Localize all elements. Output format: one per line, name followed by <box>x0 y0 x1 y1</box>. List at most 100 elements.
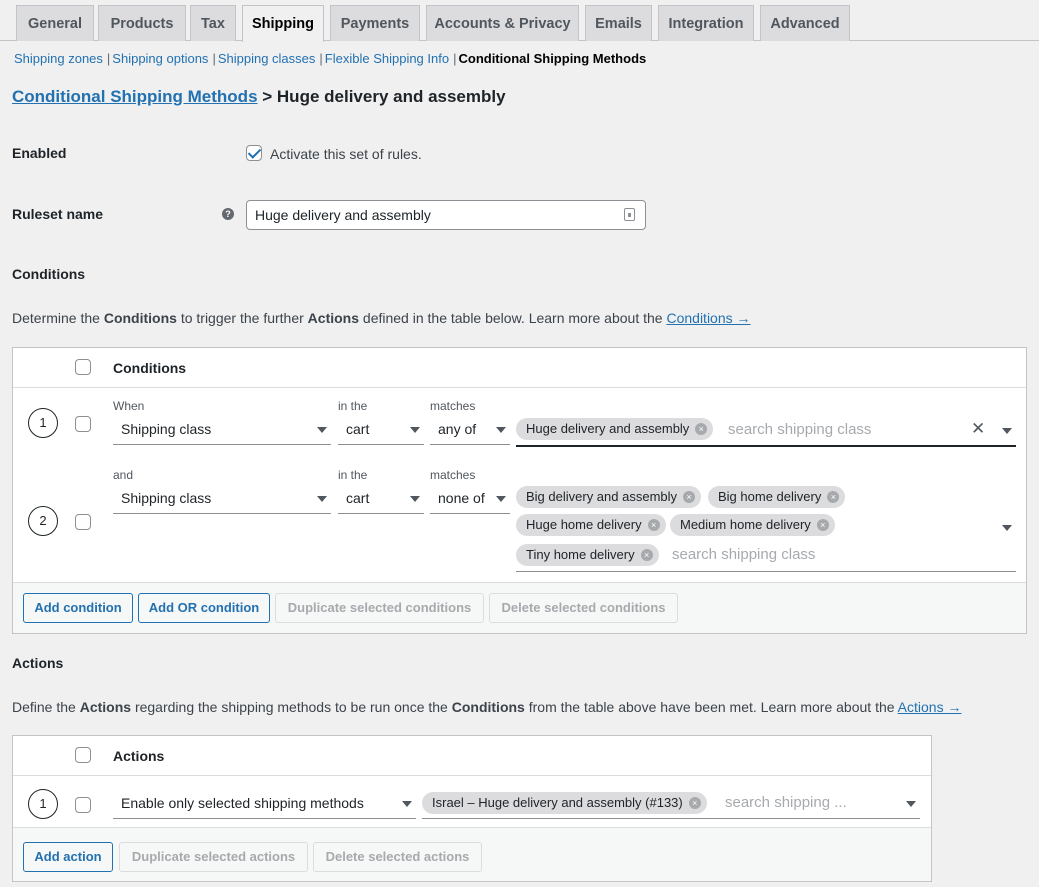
enabled-label: Enabled <box>12 145 67 161</box>
conditions-desc-text: Determine the <box>12 310 104 326</box>
subnav-shipping-classes[interactable]: Shipping classes <box>218 51 316 66</box>
condition-in-select[interactable]: cart <box>338 484 424 514</box>
condition-prefix-label: and <box>113 468 134 482</box>
delete-conditions-button[interactable]: Delete selected conditions <box>489 593 678 623</box>
condition-row-number: 1 <box>28 408 58 438</box>
condition-in-label: in the <box>338 468 368 482</box>
search-placeholder[interactable]: search shipping ... <box>725 794 847 811</box>
condition-in-value: cart <box>346 490 370 506</box>
condition-in-label: in the <box>338 399 368 413</box>
condition-prefix-label: When <box>113 399 145 413</box>
add-action-button[interactable]: Add action <box>23 842 113 872</box>
condition-field-select[interactable]: Shipping class <box>113 415 331 445</box>
search-placeholder[interactable]: search shipping class <box>672 546 815 563</box>
subnav-conditional-shipping-methods[interactable]: Conditional Shipping Methods <box>458 51 646 66</box>
clear-icon[interactable]: ✕ <box>971 419 985 439</box>
ruleset-name-input[interactable]: Huge delivery and assembly <box>246 200 646 230</box>
select-all-conditions-checkbox[interactable] <box>75 359 91 375</box>
conditions-desc-text: to trigger the further <box>176 310 308 326</box>
delete-actions-button[interactable]: Delete selected actions <box>313 842 482 872</box>
chevron-down-icon <box>317 427 327 433</box>
condition-in-value: cart <box>346 421 370 437</box>
actions-desc-bold: Conditions <box>451 699 525 715</box>
tag-label: Huge home delivery <box>526 517 642 532</box>
tab-payments[interactable]: Payments <box>330 5 420 41</box>
tab-advanced[interactable]: Advanced <box>760 5 850 41</box>
tab-accounts-privacy[interactable]: Accounts & Privacy <box>426 5 579 41</box>
chevron-down-icon[interactable] <box>1002 525 1012 531</box>
condition-matches-select[interactable]: any of <box>430 415 510 445</box>
condition-field-value: Shipping class <box>121 421 212 437</box>
subnav-flexible-shipping-info[interactable]: Flexible Shipping Info <box>325 51 449 66</box>
condition-matches-label: matches <box>430 468 476 482</box>
tab-tax[interactable]: Tax <box>190 5 236 41</box>
action-type-select[interactable]: Enable only selected shipping methods <box>113 789 416 819</box>
conditions-learn-more-link[interactable]: Conditions → <box>666 310 750 326</box>
conditions-table: Conditions 1 When Shipping class in the … <box>12 347 1027 634</box>
tab-integration[interactable]: Integration <box>658 5 754 41</box>
chevron-down-icon[interactable] <box>906 801 916 807</box>
password-manager-icon[interactable] <box>624 208 635 221</box>
conditions-description: Determine the Conditions to trigger the … <box>12 310 751 326</box>
condition-row-checkbox[interactable] <box>75 514 91 530</box>
add-condition-button[interactable]: Add condition <box>23 593 133 623</box>
ruleset-name-label: Ruleset name <box>12 206 104 222</box>
conditions-desc-bold: Conditions <box>103 310 177 326</box>
tag-label: Big delivery and assembly <box>526 489 678 504</box>
chevron-down-icon <box>402 801 412 807</box>
conditions-desc-text: defined in the table below. Learn more a… <box>359 310 667 326</box>
remove-tag-icon[interactable]: × <box>688 797 701 809</box>
remove-tag-icon[interactable]: × <box>816 519 829 531</box>
subnav-separator: | <box>212 51 216 66</box>
selected-tag: Medium home delivery × <box>670 514 835 536</box>
tab-shipping[interactable]: Shipping <box>242 5 324 42</box>
remove-tag-icon[interactable]: × <box>647 519 660 531</box>
tab-general[interactable]: General <box>16 5 94 41</box>
enabled-checkbox[interactable] <box>246 145 262 161</box>
actions-desc-text: regarding the shipping methods to be run… <box>131 699 452 715</box>
breadcrumb-link[interactable]: Conditional Shipping Methods <box>12 87 258 106</box>
actions-desc-bold: Actions <box>79 699 132 715</box>
tab-products[interactable]: Products <box>98 5 186 41</box>
subnav-shipping-zones[interactable]: Shipping zones <box>14 51 103 66</box>
actions-column-header: Actions <box>113 748 165 764</box>
actions-desc-text: Define the <box>12 699 80 715</box>
chevron-down-icon[interactable] <box>1002 428 1012 434</box>
condition-matches-select[interactable]: none of <box>430 484 510 514</box>
remove-tag-icon[interactable]: × <box>683 491 696 503</box>
breadcrumb-current: > Huge delivery and assembly <box>257 87 506 106</box>
duplicate-actions-button[interactable]: Duplicate selected actions <box>119 842 308 872</box>
remove-tag-icon[interactable]: × <box>695 423 708 435</box>
search-placeholder[interactable]: search shipping class <box>728 421 871 438</box>
actions-table: Actions 1 Enable only selected shipping … <box>12 735 932 882</box>
tab-emails[interactable]: Emails <box>585 5 652 41</box>
shipping-class-multiselect[interactable]: Big delivery and assembly × Big home del… <box>516 483 1016 572</box>
actions-section-title: Actions <box>12 655 64 671</box>
chevron-down-icon <box>410 496 420 502</box>
shipping-class-multiselect[interactable]: Huge delivery and assembly × search ship… <box>516 415 1016 447</box>
shipping-method-multiselect[interactable]: Israel – Huge delivery and assembly (#13… <box>422 788 920 819</box>
chevron-down-icon <box>410 427 420 433</box>
condition-field-select[interactable]: Shipping class <box>113 484 331 514</box>
remove-tag-icon[interactable]: × <box>640 549 653 561</box>
action-row-checkbox[interactable] <box>75 797 91 813</box>
tag-label: Medium home delivery <box>680 517 811 532</box>
condition-field-value: Shipping class <box>121 490 212 506</box>
condition-matches-value: any of <box>438 421 477 437</box>
chevron-down-icon <box>496 427 506 433</box>
select-all-actions-checkbox[interactable] <box>75 747 91 763</box>
subnav-shipping-options[interactable]: Shipping options <box>112 51 208 66</box>
actions-learn-more-link[interactable]: Actions → <box>898 699 962 715</box>
conditions-table-header: Conditions <box>13 348 1026 388</box>
add-or-condition-button[interactable]: Add OR condition <box>138 593 270 623</box>
selected-tag: Big home delivery × <box>708 486 846 508</box>
conditions-column-header: Conditions <box>113 360 187 376</box>
help-icon[interactable]: ? <box>222 208 234 220</box>
condition-row-number: 2 <box>28 506 58 536</box>
remove-tag-icon[interactable]: × <box>827 491 840 503</box>
duplicate-conditions-button[interactable]: Duplicate selected conditions <box>275 593 484 623</box>
condition-row-checkbox[interactable] <box>75 416 91 432</box>
condition-in-select[interactable]: cart <box>338 415 424 445</box>
ruleset-name-value: Huge delivery and assembly <box>255 207 431 223</box>
conditions-section-title: Conditions <box>12 266 86 282</box>
